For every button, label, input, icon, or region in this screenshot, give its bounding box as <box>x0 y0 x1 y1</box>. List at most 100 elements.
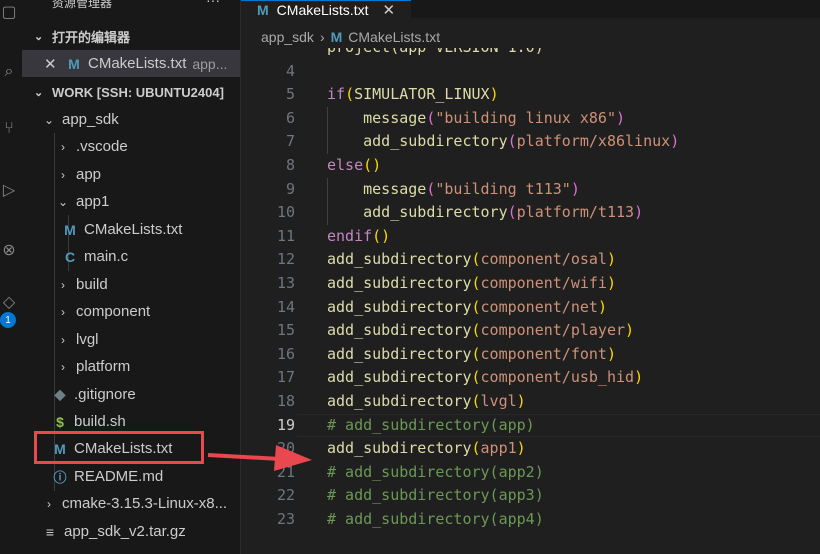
tree-item-lvgl[interactable]: › lvgl <box>22 326 240 353</box>
code-line[interactable]: 5 if(SIMULATOR_LINUX) <box>241 83 820 106</box>
line-text: project(app VERSION 1.0) <box>327 48 544 59</box>
code-line[interactable]: 11 endif() <box>241 225 820 248</box>
tree-item-app1[interactable]: ⌄ app1 <box>22 188 240 215</box>
code-line[interactable]: 7 add_subdirectory(platform/x86linux) <box>241 130 820 153</box>
code-line[interactable]: 9 message("building t113") <box>241 178 820 201</box>
line-text: add_subdirectory(component/net) <box>327 296 607 319</box>
code-line[interactable]: 15 add_subdirectory(component/player) <box>241 319 820 342</box>
line-number: 16 <box>276 344 295 363</box>
code-token: add_subdirectory <box>327 392 472 410</box>
code-token: ( <box>471 344 481 363</box>
explorer-icon[interactable]: ▢ <box>0 2 18 21</box>
tree-item-label: cmake-3.15.3-Linux-x8... <box>62 495 228 512</box>
tree-item-component[interactable]: › component <box>22 298 240 325</box>
tree-item-app-sdk[interactable]: ⌄ app_sdk <box>22 106 240 133</box>
breadcrumb-folder[interactable]: app_sdk <box>261 29 314 45</box>
archive-file-icon: ≡ <box>45 523 55 540</box>
tree-item-build[interactable]: › build <box>22 271 240 298</box>
tree-item-platform[interactable]: › platform <box>22 353 240 380</box>
code-token: ( <box>471 250 481 269</box>
open-editors-section[interactable]: ⌄ 打开的编辑器 <box>22 25 240 47</box>
code-line[interactable]: 14 add_subdirectory(component/net) <box>241 296 820 319</box>
source-control-icon[interactable]: ⑂ <box>0 118 18 137</box>
line-number: 15 <box>276 321 295 340</box>
line-number: 22 <box>276 486 295 505</box>
close-icon[interactable]: ✕ <box>382 1 395 19</box>
line-text: else() <box>327 154 381 177</box>
code-token: endif <box>327 226 373 245</box>
line-number: 18 <box>276 392 295 410</box>
workspace-section[interactable]: ⌄ WORK [SSH: UBUNTU2404] <box>22 81 240 103</box>
line-number: 11 <box>276 226 295 245</box>
code-line[interactable]: 10 add_subdirectory(platform/t113) <box>241 201 820 224</box>
code-line[interactable]: 18 add_subdirectory(lvgl) <box>241 390 820 413</box>
code-token: platform/x86linux <box>516 132 671 151</box>
code-token: component/usb_hid <box>480 368 635 387</box>
chevron-right-icon: › <box>61 332 65 347</box>
run-debug-icon[interactable]: ▷ <box>0 180 18 199</box>
code-token: SIMULATOR_LINUX <box>354 85 490 104</box>
chevron-down-icon: ⌄ <box>43 112 55 127</box>
line-text: add_subdirectory(component/osal) <box>327 248 616 271</box>
code-line[interactable]: 19 # add_subdirectory(app) <box>241 414 820 437</box>
code-line[interactable]: project(app VERSION 1.0) <box>241 48 820 59</box>
line-text: # add_subdirectory(app4) <box>327 508 544 531</box>
tree-item-cmake-folder[interactable]: › cmake-3.15.3-Linux-x8... <box>22 490 240 517</box>
cmake-file-icon: M <box>257 2 269 18</box>
code-line[interactable]: 21 # add_subdirectory(app2) <box>241 461 820 484</box>
tree-item-label: .vscode <box>76 138 128 155</box>
code-token: message <box>327 179 427 198</box>
breadcrumb-file[interactable]: CMakeLists.txt <box>348 29 440 45</box>
close-icon[interactable]: ✕ <box>44 55 58 73</box>
tree-item-label: .gitignore <box>74 386 136 403</box>
code-token: ) <box>625 321 635 340</box>
tree-item-vscode[interactable]: › .vscode <box>22 133 240 160</box>
line-text: add_subdirectory(component/wifi) <box>327 272 616 295</box>
chevron-down-icon: ⌄ <box>34 86 44 99</box>
code-line[interactable]: 12 add_subdirectory(component/osal) <box>241 248 820 271</box>
workspace-label: WORK [SSH: UBUNTU2404] <box>52 84 224 100</box>
shell-file-icon: $ <box>56 413 64 430</box>
code-token: ) <box>634 203 644 222</box>
code-token: ) <box>489 85 499 104</box>
open-editor-item[interactable]: ✕ M CMakeLists.txt app... <box>22 50 240 77</box>
remote-explorer-icon[interactable]: ⊗ <box>0 240 18 259</box>
tree-item-app1-cmakelists[interactable]: M CMakeLists.txt <box>22 216 240 243</box>
tree-item-label: component <box>76 303 151 320</box>
more-actions-icon[interactable]: ··· <box>206 0 220 8</box>
tree-item-gitignore[interactable]: ◆ .gitignore <box>22 381 240 408</box>
line-number: 4 <box>285 61 295 80</box>
line-number: 23 <box>276 510 295 528</box>
extensions-icon[interactable]: ◇ <box>0 292 18 311</box>
code-token: ( <box>471 368 481 387</box>
extensions-badge: 1 <box>0 312 16 328</box>
tree-item-main-c[interactable]: C main.c <box>22 243 240 270</box>
code-token: add_subdirectory <box>327 321 472 340</box>
code-editor[interactable]: project(app VERSION 1.0) 4 5if(SIMULATOR_L… <box>241 48 820 554</box>
code-token: component/net <box>480 297 598 316</box>
tree-item-tar-gz[interactable]: ≡ app_sdk_v2.tar.gz <box>22 518 240 545</box>
code-line[interactable]: 23 # add_subdirectory(app4) <box>241 508 820 531</box>
code-token: "building linux x86" <box>435 108 616 127</box>
code-token: add_subdirectory <box>327 203 508 222</box>
code-line[interactable]: 17 add_subdirectory(component/usb_hid) <box>241 366 820 389</box>
line-text: add_subdirectory(component/player) <box>327 319 634 342</box>
code-line[interactable]: 8 else() <box>241 154 820 177</box>
line-number: 14 <box>276 297 295 316</box>
annotation-arrow <box>207 445 312 471</box>
code-token: component/wifi <box>480 274 607 292</box>
tree-item-label: app1 <box>76 193 110 210</box>
code-line[interactable]: 16 add_subdirectory(component/font) <box>241 343 820 366</box>
tree-item-app[interactable]: › app <box>22 161 240 188</box>
code-line[interactable]: 13 add_subdirectory(component/wifi) <box>241 272 820 295</box>
code-line[interactable]: 6 message("building linux x86") <box>241 107 820 130</box>
code-line[interactable]: 20 add_subdirectory(app1) <box>241 437 820 460</box>
search-icon[interactable]: ⌕ <box>0 61 18 80</box>
tab-cmakelists[interactable]: M CMakeLists.txt ✕ <box>241 0 411 19</box>
code-token: ( <box>507 203 517 222</box>
code-line[interactable]: 4 <box>241 60 820 83</box>
chevron-right-icon: › <box>47 496 51 511</box>
code-line[interactable]: 22 # add_subdirectory(app3) <box>241 484 820 507</box>
chevron-right-icon: › <box>61 277 65 292</box>
tab-bar: M CMakeLists.txt ✕ <box>241 0 820 19</box>
